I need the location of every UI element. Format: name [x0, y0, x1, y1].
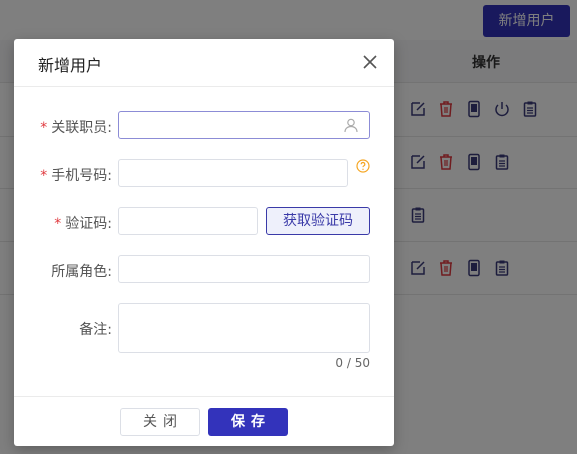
dialog-footer: 关闭 保存	[14, 396, 394, 447]
dialog-title: 新增用户	[38, 56, 103, 75]
close-icon[interactable]	[362, 54, 378, 70]
save-button[interactable]: 保存	[208, 408, 288, 436]
role-select[interactable]	[118, 255, 370, 283]
help-icon[interactable]	[356, 159, 370, 173]
phone-input[interactable]	[118, 159, 348, 187]
note-textarea[interactable]	[118, 303, 370, 353]
note-label: 备注:	[79, 322, 112, 338]
staff-select[interactable]	[118, 111, 370, 139]
phone-label: * 手机号码:	[40, 168, 112, 184]
user-icon	[344, 118, 358, 133]
note-char-counter: 0 / 50	[335, 356, 370, 370]
role-label: 所属角色:	[51, 264, 112, 280]
close-button[interactable]: 关闭	[120, 408, 200, 436]
add-user-dialog: 新增用户 * 关联职员: * 手机号码: * 验证码: 获取验证码 所属角色: 备注:…	[14, 39, 394, 446]
code-input[interactable]	[118, 207, 258, 235]
dialog-header: 新增用户	[14, 39, 394, 87]
code-label: * 验证码:	[54, 216, 112, 232]
get-code-button[interactable]: 获取验证码	[266, 207, 370, 235]
staff-label: * 关联职员:	[40, 120, 112, 136]
